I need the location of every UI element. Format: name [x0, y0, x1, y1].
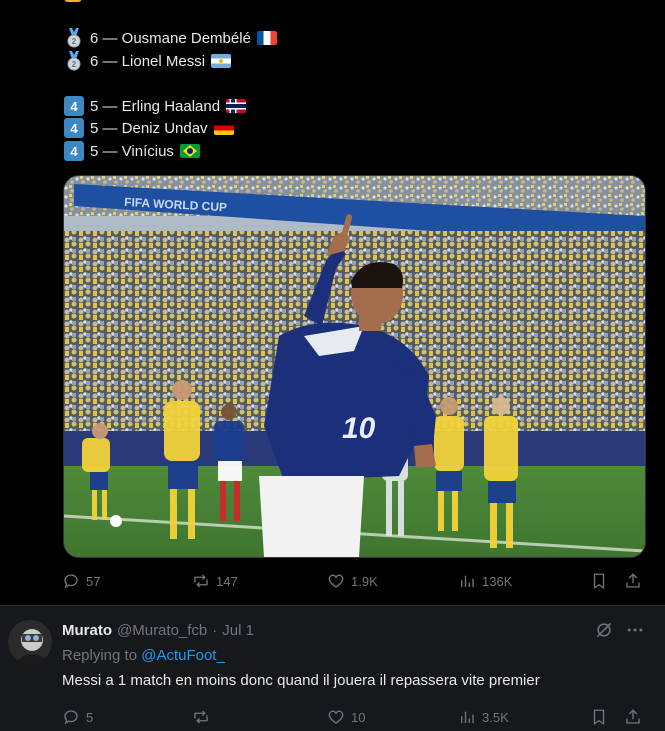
reply-button[interactable]: 57: [62, 570, 100, 592]
replying-to: Replying to @ActuFoot_: [62, 647, 225, 664]
keycap-4-icon: 4: [64, 141, 84, 161]
keycap-4-icon: 4: [64, 96, 84, 116]
share-icon: [626, 573, 640, 588]
views-chart-icon: [461, 575, 474, 587]
reply-text: Messi a 1 match en moins donc quand il j…: [62, 672, 540, 689]
tweet-photo[interactable]: FIFA WORLD CUP 10: [63, 175, 646, 558]
replying-prefix: Replying to: [62, 647, 138, 664]
like-count: 10: [351, 709, 366, 725]
views-button[interactable]: 136K: [458, 570, 512, 592]
reply-count: 5: [86, 709, 94, 725]
views-button[interactable]: 3.5K: [458, 706, 509, 728]
silver-medal-icon: 2: [64, 28, 84, 48]
jersey-number: 10: [342, 412, 376, 445]
grok-slash-icon: [596, 622, 612, 638]
replying-to-link[interactable]: @ActuFoot_: [141, 647, 225, 664]
more-dots-icon: [627, 628, 643, 632]
ranking-line: 4 5 — Erling Haaland: [64, 95, 247, 117]
heart-icon: [328, 574, 344, 588]
separator-dot: ·: [212, 622, 218, 639]
flag-brazil-icon: [179, 144, 200, 158]
post-date[interactable]: Jul 1: [222, 622, 254, 639]
svg-text:2: 2: [72, 60, 77, 69]
reply-actions: 5 10 3.5K: [62, 706, 644, 728]
share-icon: [626, 709, 640, 724]
repost-button[interactable]: [192, 706, 216, 728]
silver-medal-icon: 2: [64, 51, 84, 71]
reply-count: 57: [86, 573, 101, 589]
ranking-text: 5 — Erling Haaland: [90, 97, 221, 115]
flag-germany-icon: [213, 121, 234, 135]
reply-icon: [64, 710, 78, 725]
author-handle[interactable]: @Murato_fcb: [117, 622, 207, 639]
author-name[interactable]: Murato: [62, 622, 112, 639]
avatar-image: [8, 620, 52, 664]
more-options-button[interactable]: [625, 620, 647, 642]
reply-header: Murato @Murato_fcb · Jul 1: [62, 622, 254, 639]
ranking-line: 2 6 — Lionel Messi: [64, 50, 232, 72]
reply-icon: [64, 574, 78, 589]
views-chart-icon: [461, 711, 474, 723]
like-button[interactable]: 1.9K: [327, 570, 378, 592]
ranking-text: 5 — Vinícius: [90, 142, 174, 160]
repost-icon: [194, 710, 208, 724]
bookmark-button[interactable]: [590, 570, 608, 592]
bookmark-button[interactable]: [590, 706, 608, 728]
ranking-text: 5 — Deniz Undav: [90, 119, 208, 137]
flag-france-icon: [256, 31, 277, 45]
bookmark-icon: [593, 573, 605, 590]
views-count: 3.5K: [482, 709, 509, 725]
tweet-actions: 57 147 1.9K 136K: [62, 570, 644, 592]
reply-button[interactable]: 5: [62, 706, 93, 728]
ranking-text: 6 — Ousmane Dembélé: [90, 29, 251, 47]
share-button[interactable]: [624, 570, 642, 592]
repost-button[interactable]: 147: [192, 570, 238, 592]
flag-norway-icon: [226, 99, 247, 113]
like-count: 1.9K: [351, 573, 378, 589]
ranking-line: 2 6 — Ousmane Dembélé: [64, 27, 277, 49]
ranking-text: 6 — Lionel Messi: [90, 52, 206, 70]
views-count: 136K: [482, 573, 513, 589]
keycap-4-icon: 4: [64, 118, 84, 138]
ranking-line: 4 5 — Deniz Undav: [64, 117, 234, 139]
football-celebration-photo: FIFA WORLD CUP 10: [64, 176, 645, 557]
ranking-line: 4 5 — Vinícius: [64, 140, 200, 162]
flag-argentina-icon: [211, 54, 232, 68]
share-button[interactable]: [624, 706, 642, 728]
avatar[interactable]: [8, 620, 52, 664]
heart-icon: [328, 710, 344, 724]
like-button[interactable]: 10: [327, 706, 365, 728]
svg-text:2: 2: [72, 37, 77, 46]
grok-button[interactable]: [594, 620, 616, 642]
repost-count: 147: [216, 573, 238, 589]
cropped-line: [64, 0, 264, 4]
repost-icon: [194, 574, 208, 588]
bookmark-icon: [593, 709, 605, 726]
